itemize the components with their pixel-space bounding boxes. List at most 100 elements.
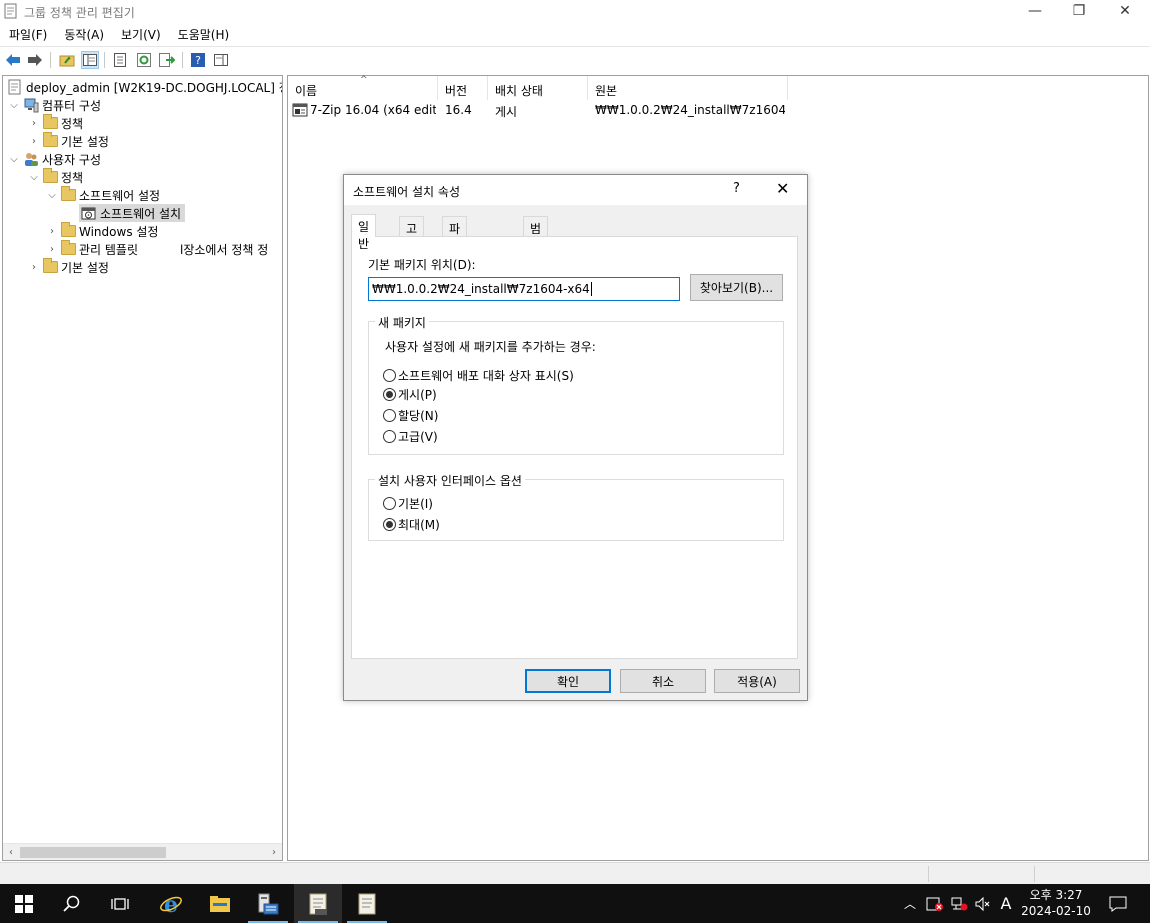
column-header-state[interactable]: 배치 상태 xyxy=(488,76,588,100)
server-manager-icon[interactable] xyxy=(244,884,292,923)
security-alert-icon[interactable] xyxy=(925,884,945,923)
tab-categories[interactable]: 범주 xyxy=(523,216,549,253)
package-location-input[interactable]: ₩₩1.0.0.2₩24_install₩7z1604-x64 xyxy=(368,277,680,301)
computer-icon xyxy=(24,98,39,113)
column-header-source[interactable]: 원본 xyxy=(588,76,788,100)
close-window-button[interactable]: ✕ xyxy=(1102,0,1148,22)
clock[interactable]: 오후 3:27 2024-02-10 xyxy=(1018,887,1094,919)
menu-help[interactable]: 도움말(H) xyxy=(169,23,238,43)
radio-maximum[interactable]: 최대(M) xyxy=(383,516,440,533)
console-tree[interactable]: deploy_admin [W2K19-DC.DOGHJ.LOCAL] 정책 ⌵… xyxy=(2,75,283,861)
internet-explorer-icon[interactable]: e xyxy=(147,884,195,923)
table-row[interactable]: 7-Zip 16.04 (x64 edit... 16.4 게시 ₩₩1.0.0… xyxy=(288,101,1148,119)
notification-icon[interactable] xyxy=(1104,884,1132,923)
menu-file[interactable]: 파일(F) xyxy=(0,23,55,43)
browse-button[interactable]: 찾아보기(B)... xyxy=(690,274,783,301)
taskbar: e ︿ A 오후 3:27 2024-02-10 xyxy=(0,884,1150,923)
radio-show-deploy-dialog[interactable]: 소프트웨어 배포 대화 상자 표시(S) xyxy=(383,367,574,384)
show-hide-tree-icon[interactable] xyxy=(81,51,99,69)
tree-item-user-config[interactable]: ⌵ 사용자 구성 xyxy=(7,150,101,168)
tree-root[interactable]: deploy_admin [W2K19-DC.DOGHJ.LOCAL] 정책 xyxy=(5,78,283,96)
input-method-indicator[interactable]: A xyxy=(996,884,1016,923)
chevron-right-icon[interactable]: › xyxy=(45,224,59,238)
chevron-down-icon[interactable]: ⌵ xyxy=(7,98,21,112)
tree-item-computer-preferences[interactable]: › 기본 설정 xyxy=(27,132,109,150)
tree-item-windows-settings[interactable]: › Windows 설정 xyxy=(45,222,158,240)
forward-arrow-icon[interactable] xyxy=(26,51,44,69)
scroll-right-icon[interactable]: › xyxy=(267,845,281,860)
action-pane-icon[interactable] xyxy=(212,51,230,69)
minimize-button[interactable]: — xyxy=(1012,0,1058,22)
radio-button[interactable] xyxy=(383,497,396,510)
svg-text:?: ? xyxy=(195,54,201,67)
ok-button[interactable]: 확인 xyxy=(525,669,611,693)
export-list-icon[interactable] xyxy=(158,51,176,69)
radio-button[interactable] xyxy=(383,409,396,422)
radio-basic[interactable]: 기본(I) xyxy=(383,495,433,512)
radio-advanced[interactable]: 고급(V) xyxy=(383,428,438,445)
tab-panel-general: 기본 패키지 위치(D): ₩₩1.0.0.2₩24_install₩7z160… xyxy=(351,236,798,659)
tree-item-user-preferences[interactable]: › 기본 설정 xyxy=(27,258,109,276)
horizontal-scrollbar[interactable]: ‹ › xyxy=(3,843,282,860)
tree-root-label: deploy_admin [W2K19-DC.DOGHJ.LOCAL] 정책 xyxy=(26,80,283,95)
radio-button-selected[interactable] xyxy=(383,518,396,531)
policy-document-icon xyxy=(8,79,21,95)
radio-button[interactable] xyxy=(383,430,396,443)
search-icon[interactable] xyxy=(48,884,96,923)
maximize-button[interactable]: ❐ xyxy=(1056,0,1102,22)
help-icon[interactable]: ? xyxy=(189,51,207,69)
radio-publish[interactable]: 게시(P) xyxy=(383,386,437,403)
refresh-icon[interactable] xyxy=(135,51,153,69)
dialog-close-button[interactable]: ✕ xyxy=(776,179,789,198)
radio-button[interactable] xyxy=(383,369,396,382)
sort-ascending-icon: ^ xyxy=(360,75,368,85)
tree-label: 소프트웨어 설정 xyxy=(79,188,161,203)
chevron-right-icon[interactable]: › xyxy=(27,134,41,148)
tree-item-software-installation[interactable]: 소프트웨어 설치 xyxy=(79,204,186,222)
apply-button[interactable]: 적용(A) xyxy=(714,669,800,693)
column-header-version[interactable]: 버전 xyxy=(438,76,488,100)
cancel-button[interactable]: 취소 xyxy=(620,669,706,693)
file-explorer-icon[interactable] xyxy=(196,884,244,923)
chevron-right-icon[interactable]: › xyxy=(27,116,41,130)
tree-item-computer-config[interactable]: ⌵ 컴퓨터 구성 xyxy=(7,96,101,114)
up-folder-icon[interactable] xyxy=(58,51,76,69)
chevron-down-icon[interactable]: ⌵ xyxy=(45,188,59,202)
folder-icon xyxy=(43,132,58,147)
new-package-group: 새 패키지 사용자 설정에 새 패키지를 추가하는 경우: 소프트웨어 배포 대… xyxy=(368,314,784,455)
scrollbar-thumb[interactable] xyxy=(20,847,166,858)
windows-start-icon[interactable] xyxy=(0,884,48,923)
software-installation-icon xyxy=(81,207,96,220)
column-header-name[interactable]: 이름 ^ xyxy=(288,75,438,100)
tab-general[interactable]: 일반 xyxy=(351,214,377,251)
tree-item-admin-templates[interactable]: › 관리 템플릿 l장소에서 정책 정 xyxy=(45,240,268,258)
software-package-icon xyxy=(292,103,308,117)
scroll-left-icon[interactable]: ‹ xyxy=(4,845,18,860)
tree-item-computer-policies[interactable]: › 정책 xyxy=(27,114,83,132)
chevron-right-icon[interactable]: › xyxy=(45,242,59,256)
dialog-help-button[interactable]: ? xyxy=(733,181,740,196)
chevron-up-icon[interactable]: ︿ xyxy=(902,884,918,923)
volume-muted-icon[interactable] xyxy=(973,884,993,923)
policy-management-taskbar-icon[interactable] xyxy=(343,884,391,923)
tab-advanced[interactable]: 고급 xyxy=(399,216,425,253)
back-arrow-icon[interactable] xyxy=(4,51,22,69)
tab-file-extensions[interactable]: 파일 확장명 xyxy=(442,216,468,304)
radio-button-selected[interactable] xyxy=(383,388,396,401)
properties-icon[interactable] xyxy=(111,51,129,69)
task-view-icon[interactable] xyxy=(96,884,144,923)
chevron-down-icon[interactable]: ⌵ xyxy=(27,170,41,184)
menu-view[interactable]: 보기(V) xyxy=(112,23,169,43)
network-icon[interactable] xyxy=(949,884,969,923)
tree-label: 기본 설정 xyxy=(61,260,109,275)
folder-icon xyxy=(43,168,58,183)
tree-item-software-settings[interactable]: ⌵ 소프트웨어 설정 xyxy=(45,186,160,204)
policy-editor-taskbar-icon[interactable] xyxy=(294,884,342,923)
package-location-label: 기본 패키지 위치(D): xyxy=(368,258,476,272)
group-legend: 설치 사용자 인터페이스 옵션 xyxy=(375,472,525,489)
radio-assign[interactable]: 할당(N) xyxy=(383,407,438,424)
menu-action[interactable]: 동작(A) xyxy=(55,23,112,43)
chevron-down-icon[interactable]: ⌵ xyxy=(7,152,21,166)
chevron-right-icon[interactable]: › xyxy=(27,260,41,274)
tree-item-user-policies[interactable]: ⌵ 정책 xyxy=(27,168,83,186)
